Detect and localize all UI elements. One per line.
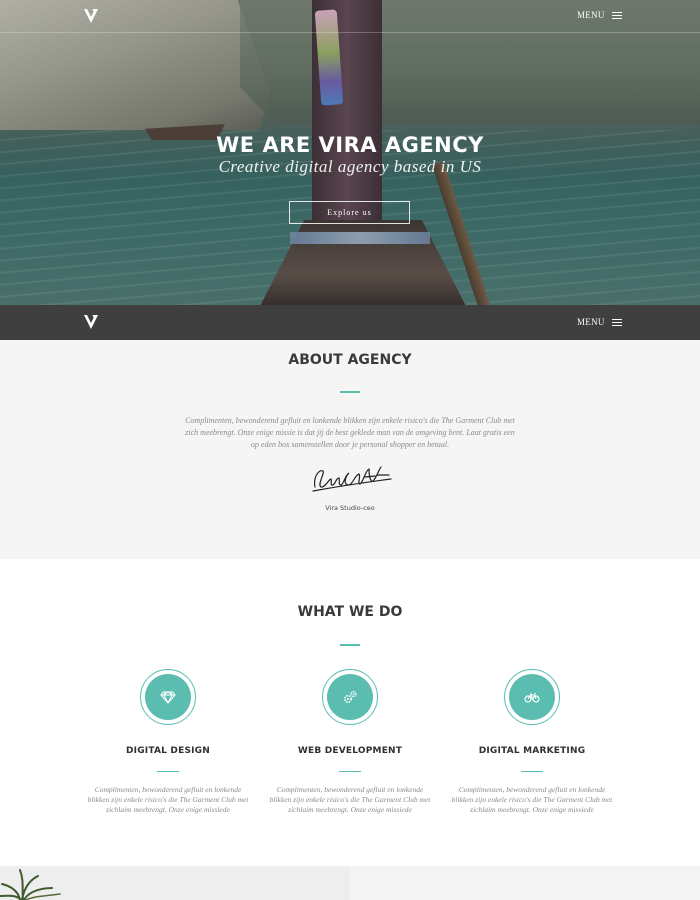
about-line: zich meebrengt. Onze enige missie is dat… xyxy=(185,428,515,437)
service-line: blikken zijn enkele risico's die The Gar… xyxy=(451,795,613,804)
v-logo-icon xyxy=(84,9,98,23)
service-icon-ring xyxy=(504,669,560,725)
navbar-menu-button[interactable]: MENU xyxy=(577,317,622,327)
service-line: zichlaim meebrengt. Onze enige missiede xyxy=(288,805,412,814)
diamond-icon xyxy=(160,691,176,704)
service-icon-circle xyxy=(327,674,373,720)
service-description: Complimenten, bewonderend gefluit en lon… xyxy=(77,785,259,815)
signature-image xyxy=(305,457,395,495)
about-line: Complimenten, bewonderend gefluit en lon… xyxy=(185,416,515,425)
about-title: ABOUT AGENCY xyxy=(288,352,412,368)
about-accent-bar xyxy=(340,391,360,393)
hero-header-divider xyxy=(0,32,700,33)
service-line: zichlaim meebrengt. Onze enige missiede xyxy=(106,805,230,814)
about-section: ABOUT AGENCY Complimenten, bewonderend g… xyxy=(0,340,700,559)
hero-title: WE ARE VIRA AGENCY xyxy=(216,133,484,157)
hero-menu-button[interactable]: MENU xyxy=(577,10,622,20)
bottom-panel-right xyxy=(350,866,700,900)
logo-link[interactable] xyxy=(83,8,99,24)
bottom-image-preview xyxy=(0,866,350,900)
service-card-web-development: WEB DEVELOPMENT Complimenten, bewonderen… xyxy=(259,559,441,859)
explore-button[interactable]: Explore us xyxy=(289,201,410,224)
hero-cliff-right xyxy=(240,0,700,125)
about-paragraph: Complimenten, bewonderend gefluit en lon… xyxy=(172,415,528,451)
service-description: Complimenten, bewonderend gefluit en lon… xyxy=(441,785,623,815)
navbar-logo-link[interactable] xyxy=(83,314,99,330)
service-card-digital-marketing: DIGITAL MARKETING Complimenten, bewonder… xyxy=(441,559,623,859)
hero-cliff-left xyxy=(0,0,270,130)
service-card-digital-design: DIGITAL DESIGN Complimenten, bewonderend… xyxy=(77,559,259,859)
service-icon-circle xyxy=(145,674,191,720)
services-section: WHAT WE DO DIGITAL DESIGN Complimenten, … xyxy=(0,559,700,866)
service-icon-ring xyxy=(322,669,378,725)
service-line: Complimenten, bewonderend gefluit en lon… xyxy=(458,785,606,794)
plant-image xyxy=(0,866,80,900)
hamburger-icon xyxy=(611,318,622,326)
service-description: Complimenten, bewonderend gefluit en lon… xyxy=(259,785,441,815)
service-accent-bar xyxy=(157,771,179,772)
menu-label: MENU xyxy=(577,10,605,20)
bicycle-icon xyxy=(524,692,540,703)
hamburger-icon xyxy=(611,11,622,19)
service-title: DIGITAL MARKETING xyxy=(478,746,586,756)
service-line: Complimenten, bewonderend gefluit en lon… xyxy=(94,785,242,794)
service-line: zichlaim meebrengt. Onze enige missiede xyxy=(470,805,594,814)
hero-prow-stripe xyxy=(290,232,430,244)
v-logo-icon xyxy=(84,315,98,329)
service-accent-bar xyxy=(339,771,361,772)
hero-section: MENU WE ARE VIRA AGENCY Creative digital… xyxy=(0,0,700,305)
service-icon-circle xyxy=(509,674,555,720)
service-title: DIGITAL DESIGN xyxy=(126,746,210,756)
gears-icon xyxy=(343,690,357,704)
service-icon-ring xyxy=(140,669,196,725)
sticky-navbar: MENU xyxy=(0,305,700,340)
signer-name: Vira Studio-ceo xyxy=(325,504,375,512)
service-accent-bar xyxy=(521,771,543,772)
service-line: blikken zijn enkele risico's die The Gar… xyxy=(269,795,431,804)
menu-label: MENU xyxy=(577,317,605,327)
service-line: blikken zijn enkele risico's die The Gar… xyxy=(87,795,249,804)
service-line: Complimenten, bewonderend gefluit en lon… xyxy=(276,785,424,794)
service-title: WEB DEVELOPMENT xyxy=(297,746,403,756)
about-line: op eden box samenstellen door je persona… xyxy=(250,440,450,449)
hero-subtitle: Creative digital agency based in US xyxy=(218,157,482,176)
